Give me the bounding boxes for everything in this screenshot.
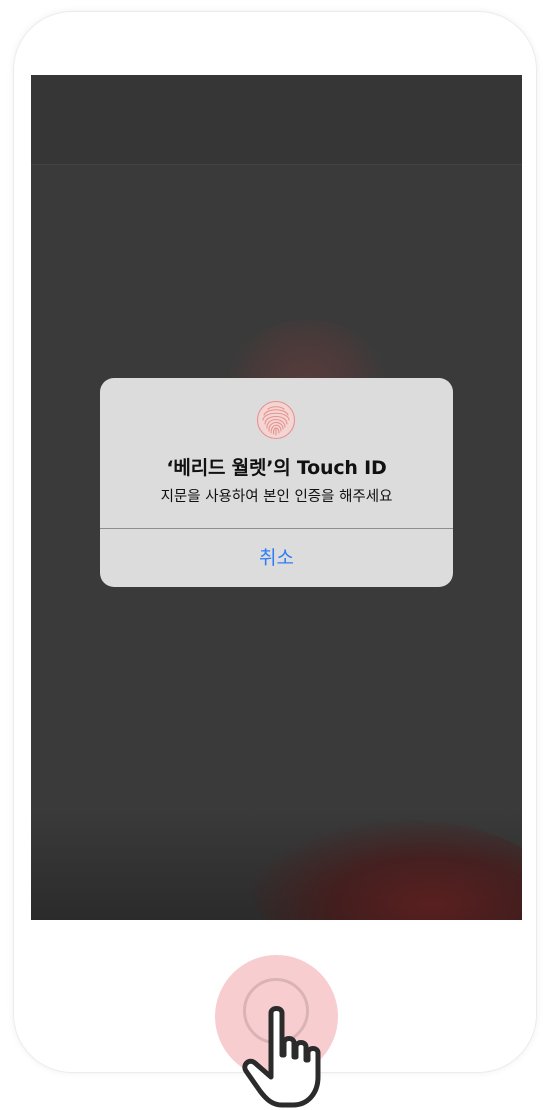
- touch-id-dialog: ‘베리드 월렛’의 Touch ID 지문을 사용하여 본인 인증을 해주세요 …: [100, 378, 453, 587]
- dialog-message: 지문을 사용하여 본인 인증을 해주세요: [160, 489, 393, 505]
- fingerprint-icon: [256, 400, 296, 440]
- dialog-title: ‘베리드 월렛’의 Touch ID: [166, 457, 387, 479]
- hand-pointer-icon: [242, 1006, 321, 1108]
- cancel-button[interactable]: 취소: [100, 529, 453, 587]
- nav-bar-dimmed: [31, 75, 522, 165]
